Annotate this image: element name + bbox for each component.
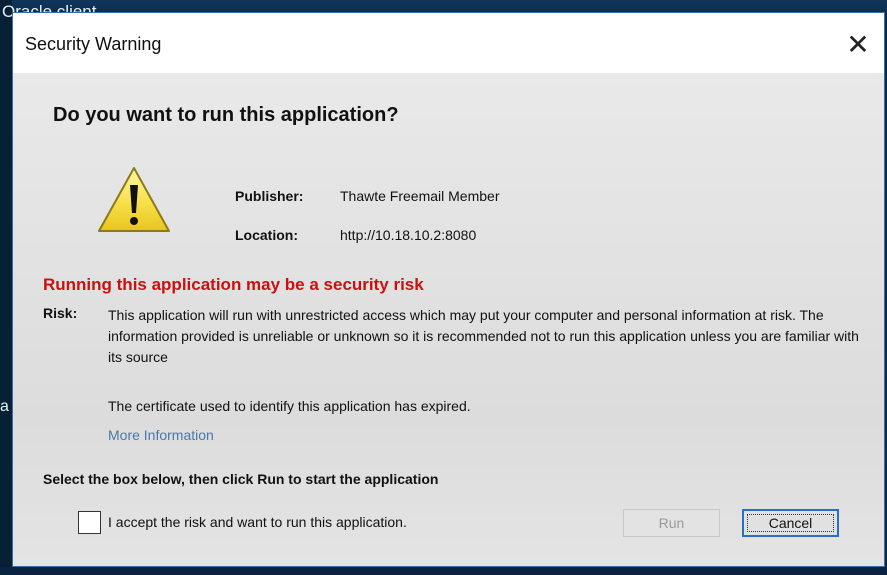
run-button[interactable]: Run — [623, 509, 720, 537]
dialog-content: Do you want to run this application? Pub… — [13, 73, 884, 566]
location-value: http://10.18.10.2:8080 — [340, 227, 477, 243]
background-desktop-edge — [0, 0, 12, 575]
cancel-button[interactable]: Cancel — [742, 509, 839, 537]
run-button-label: Run — [658, 515, 685, 531]
dialog-title: Security Warning — [25, 34, 162, 54]
location-label: Location: — [235, 227, 298, 243]
run-instruction: Select the box below, then click Run to … — [43, 471, 439, 487]
risk-description: This application will run with unrestric… — [108, 307, 859, 365]
background-desktop-bottom — [0, 567, 887, 575]
publisher-value: Thawte Freemail Member — [340, 188, 500, 204]
security-warning-dialog: Security Warning ✕ Do you want to run th… — [12, 12, 885, 567]
publisher-label: Publisher: — [235, 188, 304, 204]
accept-risk-label[interactable]: I accept the risk and want to run this a… — [108, 514, 407, 530]
accept-risk-checkbox[interactable] — [78, 511, 101, 534]
close-button[interactable]: ✕ — [840, 27, 876, 61]
more-information-link[interactable]: More Information — [108, 427, 214, 443]
certificate-expired-text: The certificate used to identify this ap… — [108, 398, 471, 414]
focus-rectangle — [747, 514, 834, 532]
risk-heading: Running this application may be a securi… — [43, 275, 424, 294]
dialog-titlebar: Security Warning ✕ — [13, 13, 884, 73]
risk-label: Risk: — [43, 305, 78, 321]
background-side-letter: a — [0, 398, 9, 415]
warning-icon — [98, 167, 170, 232]
close-icon: ✕ — [846, 28, 870, 60]
dialog-question: Do you want to run this application? — [53, 104, 399, 126]
